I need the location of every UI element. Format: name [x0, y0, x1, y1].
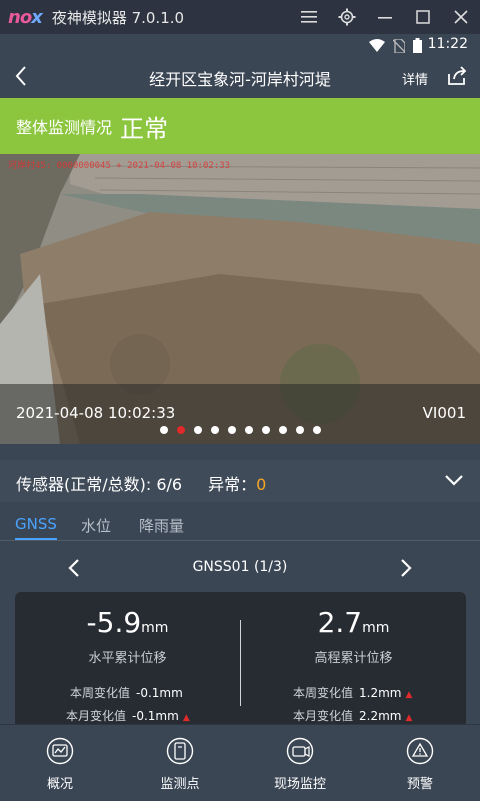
sensor-summary-row[interactable]: 传感器(正常/总数): 6/6 异常：0 [0, 460, 480, 502]
nav-site-monitoring[interactable]: 现场监控 [240, 737, 360, 792]
horizontal-month-change: 本月变化值 -0.1mm ▲ [66, 707, 190, 724]
android-status-bar: 11:22 [0, 34, 480, 56]
minimize-icon[interactable] [366, 0, 404, 34]
sensor-count-label: 传感器(正常/总数): 6/6 [16, 475, 183, 494]
carousel-dot[interactable] [278, 426, 287, 434]
nav-warning-label: 预警 [406, 777, 433, 792]
chevron-down-icon [445, 475, 463, 486]
emulator-title: 夜神模拟器 7.0.1.0 [51, 8, 185, 27]
warning-icon [406, 737, 434, 765]
status-time: 11:22 [427, 36, 468, 52]
elevation-displacement: 2.7mm 高程累计位移 [241, 606, 466, 666]
elevation-week-change: 本周变化值 1.2mm ▲ [293, 684, 412, 701]
chevron-right-icon [401, 559, 412, 577]
elevation-month-change: 本月变化值 2.2mm ▲ [293, 707, 412, 724]
camera-watermark: 河岸村45: 0000000045 + 2021-04-08 10:02:33 [8, 161, 231, 171]
carousel-dot[interactable] [176, 426, 185, 434]
elevation-value: 2.7 [317, 606, 363, 639]
battery-icon [413, 38, 422, 53]
nav-warning[interactable]: 预警 [360, 737, 480, 792]
overview-icon [46, 737, 74, 765]
nav-monitor-points[interactable]: 监测点 [120, 737, 240, 792]
nav-monitor-points-label: 监测点 [160, 777, 200, 792]
gnss-metrics-card: -5.9mm 水平累计位移 2.7mm 高程累计位移 本周变化值 -0.1mm 本… [15, 592, 466, 732]
elevation-unit: mm [362, 620, 390, 636]
share-button[interactable] [446, 66, 468, 90]
horizontal-unit: mm [141, 620, 169, 636]
emulator-logo: nox [8, 6, 43, 28]
tab-rainfall[interactable]: 降雨量 [139, 515, 184, 536]
close-icon[interactable] [442, 0, 480, 34]
elevation-month-value: 2.2mm [359, 709, 402, 723]
camera-id: VI001 [422, 404, 466, 422]
monitor-point-icon [166, 737, 194, 765]
horizontal-displacement: -5.9mm 水平累计位移 [15, 606, 240, 666]
nav-overview-label: 概况 [46, 777, 73, 792]
camera-icon [286, 737, 314, 765]
device-pager: GNSS01 (1/3) [0, 556, 480, 582]
active-tab-indicator [15, 538, 57, 540]
no-sim-icon [393, 38, 405, 53]
elevation-week-label: 本周变化值 [293, 686, 354, 700]
settings-icon[interactable] [328, 0, 366, 34]
tab-gnss[interactable]: GNSS [15, 515, 57, 533]
horizontal-month-value: -0.1mm [132, 709, 179, 723]
carousel-dot[interactable] [261, 426, 270, 434]
horizontal-name: 水平累计位移 [88, 651, 167, 666]
up-arrow-icon: ▲ [405, 713, 413, 723]
menu-icon[interactable] [290, 0, 328, 34]
share-icon [448, 66, 467, 85]
horizontal-month-label: 本月变化值 [66, 709, 127, 723]
abnormal-count: 0 [256, 475, 267, 494]
carousel-dot[interactable] [227, 426, 236, 434]
overall-status-label: 整体监测情况 [16, 118, 113, 137]
horizontal-week-value: -0.1mm [136, 686, 183, 700]
camera-timestamp: 2021-04-08 10:02:33 [16, 404, 176, 422]
carousel-dot[interactable] [210, 426, 219, 434]
up-arrow-icon: ▲ [405, 690, 413, 700]
carousel-dot[interactable] [193, 426, 202, 434]
up-arrow-icon: ▲ [182, 713, 190, 723]
horizontal-value: -5.9 [86, 606, 142, 639]
app-header: 经开区宝象河-河岸村河堤 详情 [0, 56, 480, 98]
camera-carousel[interactable]: 河岸村45: 0000000045 + 2021-04-08 10:02:33 … [0, 154, 480, 444]
horizontal-week-change: 本周变化值 -0.1mm [70, 684, 183, 701]
carousel-dot[interactable] [295, 426, 304, 434]
nav-site-monitoring-label: 现场监控 [273, 777, 326, 792]
wifi-icon [369, 39, 385, 52]
nav-overview[interactable]: 概况 [0, 737, 120, 792]
horizontal-week-label: 本周变化值 [70, 686, 131, 700]
sensor-type-tabs: GNSS 水位 降雨量 [0, 510, 480, 541]
detail-button[interactable]: 详情 [402, 69, 428, 88]
carousel-dot[interactable] [312, 426, 321, 434]
next-device-button[interactable] [400, 558, 412, 582]
elevation-week-value: 1.2mm [359, 686, 402, 700]
tab-water-level[interactable]: 水位 [81, 515, 111, 536]
emulator-title-bar: nox 夜神模拟器 7.0.1.0 [0, 0, 480, 34]
elevation-name: 高程累计位移 [314, 651, 393, 666]
bottom-navigation: 概况 监测点 现场监控 预警 [0, 724, 480, 801]
overall-status-banner: 整体监测情况 正常 [0, 98, 480, 154]
carousel-dot[interactable] [159, 426, 168, 434]
maximize-icon[interactable] [404, 0, 442, 34]
overall-status-value: 正常 [120, 114, 169, 143]
carousel-dots [0, 426, 480, 434]
carousel-dot[interactable] [244, 426, 253, 434]
elevation-month-label: 本月变化值 [293, 709, 354, 723]
abnormal-label: 异常： [208, 475, 257, 494]
